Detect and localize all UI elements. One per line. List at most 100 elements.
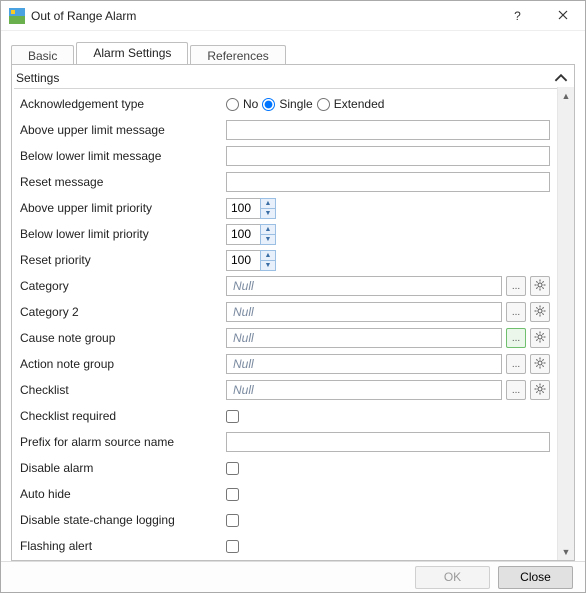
checkbox-disable-alarm[interactable] [226,462,239,475]
input-above-msg[interactable] [226,120,550,140]
window-title: Out of Range Alarm [31,9,136,23]
chevron-up-icon: ▲ [265,252,272,259]
label-prefix: Prefix for alarm source name [16,435,226,449]
scroll-up-button[interactable]: ▲ [558,87,574,104]
spin-down-above-pri[interactable]: ▼ [260,209,276,219]
radio-ack-no-input[interactable] [226,98,239,111]
settings-category-button[interactable] [530,276,550,296]
radio-ack-no-label: No [243,97,258,111]
vertical-scrollbar[interactable]: ▲ ▼ [557,87,574,560]
close-icon [558,9,568,23]
label-above-msg: Above upper limit message [16,123,226,137]
input-reset-pri[interactable] [226,250,260,271]
chevron-up-icon: ▲ [265,200,272,207]
checkbox-auto-hide[interactable] [226,488,239,501]
input-above-pri[interactable] [226,198,260,219]
ack-type-group: No Single Extended [226,97,550,111]
gear-icon [534,383,546,398]
ok-button[interactable]: OK [415,566,490,589]
settings-cause-group-button[interactable] [530,328,550,348]
help-button[interactable]: ? [495,1,540,31]
settings-checklist-button[interactable] [530,380,550,400]
label-reset-pri: Reset priority [16,253,226,267]
input-reset-msg[interactable] [226,172,550,192]
radio-ack-no[interactable]: No [226,97,258,111]
field-cause-group[interactable]: Null [226,328,502,348]
label-checklist-required: Checklist required [16,409,226,423]
checkbox-flashing-alert[interactable] [226,540,239,553]
label-below-msg: Below lower limit message [16,149,226,163]
label-disable-state-log: Disable state-change logging [16,513,226,527]
spin-up-below-pri[interactable]: ▲ [260,224,276,235]
label-category2: Category 2 [16,305,226,319]
spin-up-above-pri[interactable]: ▲ [260,198,276,209]
close-button[interactable]: Close [498,566,573,589]
label-auto-hide: Auto hide [16,487,226,501]
spinner-reset-pri: ▲ ▼ [226,250,276,271]
field-checklist[interactable]: Null [226,380,502,400]
browse-checklist-button[interactable]: ... [506,380,526,400]
gear-icon [534,279,546,294]
checkbox-checklist-required[interactable] [226,410,239,423]
scroll-down-button[interactable]: ▼ [558,543,574,560]
radio-ack-extended-input[interactable] [317,98,330,111]
row-flashing-alert: Flashing alert [14,533,552,559]
label-below-pri: Below lower limit priority [16,227,226,241]
row-below-pri: Below lower limit priority ▲ ▼ [14,221,552,247]
browse-category2-button[interactable]: ... [506,302,526,322]
row-below-msg: Below lower limit message [14,143,552,169]
titlebar: Out of Range Alarm ? [1,1,585,31]
help-icon: ? [514,9,521,23]
field-action-group[interactable]: Null [226,354,502,374]
dialog-window: Out of Range Alarm ? Basic Alarm Setting… [0,0,586,593]
radio-ack-extended-label: Extended [334,97,385,111]
ellipsis-icon: ... [512,333,520,344]
label-category: Category [16,279,226,293]
label-action-group: Action note group [16,357,226,371]
radio-ack-single-label: Single [279,97,312,111]
row-above-pri: Above upper limit priority ▲ ▼ [14,195,552,221]
tabstrip: Basic Alarm Settings References [11,41,575,64]
section-header-settings[interactable]: Settings [14,67,572,89]
radio-ack-extended[interactable]: Extended [317,97,385,111]
ellipsis-icon: ... [512,385,520,396]
field-category[interactable]: Null [226,276,502,296]
properties-scroll: Acknowledgement type No Single Extend [14,89,572,559]
radio-ack-single-input[interactable] [262,98,275,111]
gear-icon [534,357,546,372]
row-category: Category Null ... [14,273,552,299]
label-reset-msg: Reset message [16,175,226,189]
radio-ack-single[interactable]: Single [262,97,312,111]
input-prefix[interactable] [226,432,550,452]
tab-basic[interactable]: Basic [11,45,74,65]
settings-action-group-button[interactable] [530,354,550,374]
row-category2: Category 2 Null ... [14,299,552,325]
row-reset-msg: Reset message [14,169,552,195]
tab-area: Basic Alarm Settings References Settings… [1,31,585,561]
spin-down-below-pri[interactable]: ▼ [260,235,276,245]
browse-category-button[interactable]: ... [506,276,526,296]
browse-cause-group-button[interactable]: ... [506,328,526,348]
input-below-msg[interactable] [226,146,550,166]
chevron-up-icon [554,71,568,85]
settings-category2-button[interactable] [530,302,550,322]
spin-up-reset-pri[interactable]: ▲ [260,250,276,261]
tab-alarm-settings[interactable]: Alarm Settings [76,42,188,64]
row-disable-alarm: Disable alarm [14,455,552,481]
input-below-pri[interactable] [226,224,260,245]
field-category2[interactable]: Null [226,302,502,322]
row-above-msg: Above upper limit message [14,117,552,143]
window-close-button[interactable] [540,1,585,31]
section-title: Settings [16,71,554,85]
app-icon [9,8,25,24]
browse-action-group-button[interactable]: ... [506,354,526,374]
checkbox-disable-state-log[interactable] [226,514,239,527]
tab-references[interactable]: References [190,45,285,65]
label-cause-group: Cause note group [16,331,226,345]
label-above-pri: Above upper limit priority [16,201,226,215]
spinner-above-pri: ▲ ▼ [226,198,276,219]
row-checklist: Checklist Null ... [14,377,552,403]
label-checklist: Checklist [16,383,226,397]
scroll-track[interactable] [558,104,574,543]
spin-down-reset-pri[interactable]: ▼ [260,261,276,271]
